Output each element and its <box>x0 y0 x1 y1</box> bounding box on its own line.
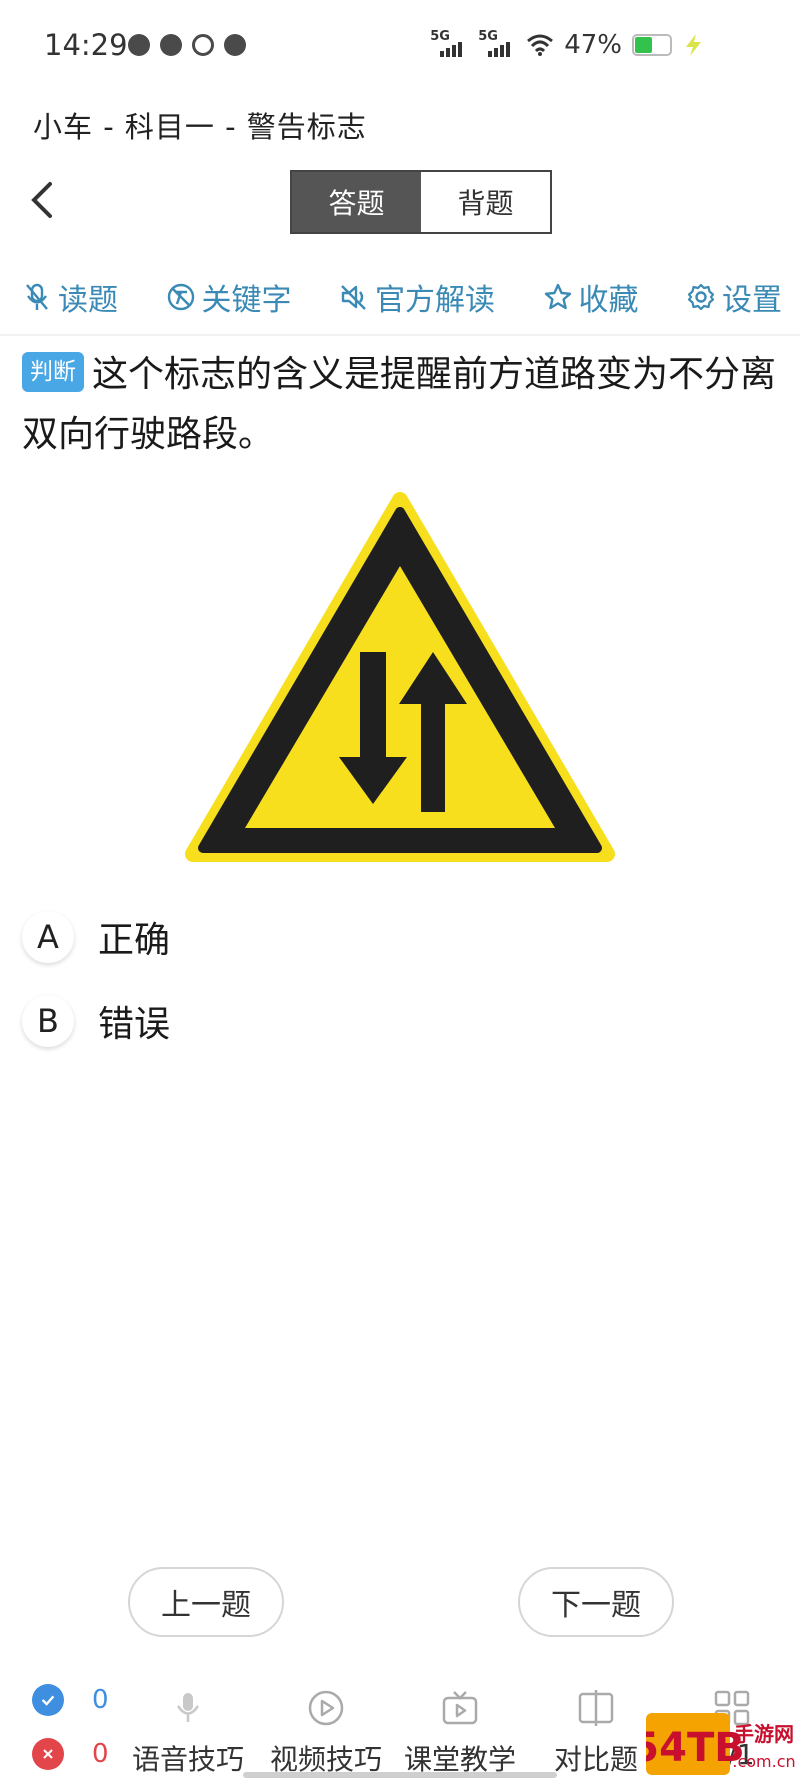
speaker-icon <box>341 285 366 310</box>
class-teaching-button[interactable]: 课堂教学 <box>400 1688 520 1778</box>
svg-text:手游网: 手游网 <box>734 1722 794 1746</box>
official-explanation-button[interactable]: 官方解读 <box>339 275 495 319</box>
favorite-button[interactable]: 收藏 <box>543 275 639 319</box>
correct-count: 0 <box>92 1685 109 1715</box>
app-icon <box>160 34 182 56</box>
question-type-badge: 判断 <box>22 352 84 392</box>
tab-answer[interactable]: 答题 <box>292 172 421 232</box>
keyword-icon <box>167 283 194 311</box>
wifi-icon <box>527 34 554 56</box>
compare-button[interactable]: 对比题 <box>536 1688 656 1778</box>
question: 判断 这个标志的含义是提醒前方道路变为不分离双向行驶路段。 <box>22 345 782 465</box>
divider <box>0 334 800 336</box>
battery-percent: 47% <box>564 30 622 60</box>
option-text: 正确 <box>98 920 171 961</box>
compare-icon <box>578 1690 614 1726</box>
microphone-icon <box>176 1693 200 1722</box>
wechat-icon <box>192 34 214 56</box>
svg-text:54TB: 54TB <box>646 1725 745 1771</box>
wrong-counter: 0 <box>32 1738 109 1770</box>
signal-icon: 5G <box>478 29 516 57</box>
notification-icons <box>128 34 246 56</box>
status-time: 14:29 <box>44 28 128 62</box>
option-text: 错误 <box>98 1004 171 1045</box>
official-explanation-label: 官方解读 <box>375 283 495 318</box>
wrong-count: 0 <box>92 1739 109 1769</box>
cross-icon <box>32 1738 64 1770</box>
microphone-off-icon <box>26 283 48 310</box>
status-bar: 14:29 5G 5G 47% <box>0 0 800 92</box>
page-title: 小车 - 科目一 - 警告标志 <box>33 110 367 144</box>
battery-fill <box>635 37 652 53</box>
two-way-traffic-warning-sign <box>185 492 615 862</box>
question-text: 这个标志的含义是提醒前方道路变为不分离双向行驶路段。 <box>22 354 777 455</box>
video-tips-button[interactable]: 视频技巧 <box>266 1688 386 1778</box>
settings-label: 设置 <box>722 283 782 318</box>
battery-icon <box>632 34 672 56</box>
check-icon <box>32 1684 64 1716</box>
read-question-button[interactable]: 读题 <box>22 275 118 319</box>
next-question-button[interactable]: 下一题 <box>518 1567 674 1637</box>
svg-text:.com.cn: .com.cn <box>732 1752 795 1771</box>
option-a[interactable]: A 正确 <box>22 911 170 963</box>
home-indicator[interactable] <box>243 1772 557 1778</box>
option-letter: B <box>22 995 74 1047</box>
question-toolbar: 读题 关键字 官方解读 收藏 设置 <box>22 272 782 322</box>
notification-icon <box>128 34 150 56</box>
tv-icon <box>442 1691 478 1725</box>
settings-button[interactable]: 设置 <box>686 275 782 319</box>
correct-counter: 0 <box>32 1684 109 1716</box>
system-indicators: 5G 5G 47% <box>430 29 704 60</box>
gear-icon <box>687 283 715 311</box>
play-circle-icon <box>308 1690 344 1726</box>
mode-switch: 答题 背题 <box>290 170 552 234</box>
keyword-button[interactable]: 关键字 <box>166 275 292 319</box>
read-question-label: 读题 <box>58 283 118 318</box>
signal-icon: 5G <box>430 29 468 57</box>
message-icon <box>224 34 246 56</box>
favorite-label: 收藏 <box>578 283 639 318</box>
app-screen: 14:29 5G 5G 47% 小车 - 科目一 - 警告标志 答题 背题 读题… <box>0 0 800 1783</box>
option-b[interactable]: B 错误 <box>22 995 170 1047</box>
voice-tips-button[interactable]: 语音技巧 <box>128 1688 248 1778</box>
tab-memorize[interactable]: 背题 <box>421 172 550 232</box>
option-letter: A <box>22 911 74 963</box>
charging-icon <box>686 34 701 56</box>
site-watermark-logo: 54TB 手游网 .com.cn <box>646 1713 796 1775</box>
keyword-label: 关键字 <box>201 283 292 318</box>
star-icon <box>544 283 571 310</box>
voice-tips-label: 语音技巧 <box>131 1743 244 1776</box>
previous-question-button[interactable]: 上一题 <box>128 1567 284 1637</box>
back-arrow-icon[interactable] <box>28 180 58 220</box>
